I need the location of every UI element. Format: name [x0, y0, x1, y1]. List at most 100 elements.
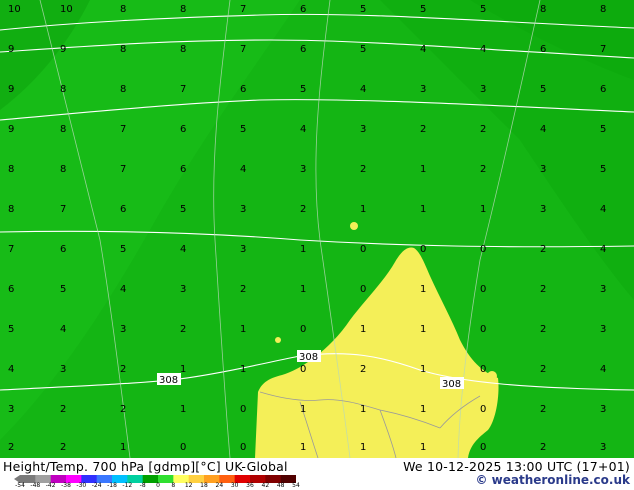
- yellow-spot-east: [487, 371, 497, 381]
- svg-text:1: 1: [240, 364, 246, 375]
- svg-text:4: 4: [480, 44, 486, 55]
- svg-text:3: 3: [120, 324, 126, 335]
- contour-label-center: 308: [299, 352, 318, 363]
- svg-text:4: 4: [420, 44, 426, 55]
- svg-text:7: 7: [240, 44, 246, 55]
- svg-text:0: 0: [480, 324, 486, 335]
- svg-text:5: 5: [240, 124, 246, 135]
- svg-text:4: 4: [600, 244, 606, 255]
- svg-text:8: 8: [60, 124, 66, 135]
- svg-text:6: 6: [300, 4, 306, 15]
- svg-text:2: 2: [120, 364, 126, 375]
- scale-tick-label: 24: [215, 482, 224, 489]
- svg-text:0: 0: [360, 244, 366, 255]
- svg-text:8: 8: [120, 84, 126, 95]
- svg-text:3: 3: [540, 204, 546, 215]
- svg-text:4: 4: [300, 124, 306, 135]
- svg-text:0: 0: [180, 442, 186, 453]
- svg-text:6: 6: [8, 284, 14, 295]
- scale-tick-label: 8: [171, 482, 176, 489]
- svg-text:0: 0: [240, 442, 246, 453]
- svg-text:2: 2: [240, 284, 246, 295]
- svg-text:0: 0: [420, 244, 426, 255]
- svg-text:5: 5: [540, 84, 546, 95]
- scale-tick-label: 18: [200, 482, 208, 489]
- svg-text:9: 9: [8, 124, 14, 135]
- svg-text:8: 8: [600, 4, 606, 15]
- svg-text:4: 4: [120, 284, 126, 295]
- svg-text:7: 7: [60, 204, 66, 215]
- svg-text:3: 3: [480, 84, 486, 95]
- svg-text:1: 1: [240, 324, 246, 335]
- scale-tick-label: -18: [107, 482, 117, 489]
- svg-text:7: 7: [600, 44, 606, 55]
- svg-text:1: 1: [300, 442, 306, 453]
- svg-text:3: 3: [60, 364, 66, 375]
- svg-text:1: 1: [420, 164, 426, 175]
- svg-text:4: 4: [540, 124, 546, 135]
- contour-label-west: 308: [159, 375, 178, 386]
- svg-text:4: 4: [180, 244, 186, 255]
- scale-tick-label: -8: [139, 482, 146, 489]
- svg-text:1: 1: [360, 442, 366, 453]
- svg-text:5: 5: [180, 204, 186, 215]
- credit-link[interactable]: © weatheronline.co.uk: [475, 473, 630, 487]
- map-canvas: 10 10 8 8 7 6 5 5 5 8 8 99887654467 98876543356 98…: [0, 0, 634, 459]
- svg-text:2: 2: [360, 364, 366, 375]
- svg-text:1: 1: [420, 404, 426, 415]
- svg-text:2: 2: [120, 404, 126, 415]
- svg-text:2: 2: [8, 442, 14, 453]
- svg-text:8: 8: [60, 164, 66, 175]
- svg-text:1: 1: [420, 284, 426, 295]
- weather-map: 10 10 8 8 7 6 5 5 5 8 8 99887654467 98876543356 98…: [0, 0, 634, 459]
- svg-text:10: 10: [60, 4, 73, 15]
- svg-text:5: 5: [8, 324, 14, 335]
- scale-tick-label: -38: [61, 482, 71, 489]
- svg-text:9: 9: [8, 44, 14, 55]
- svg-text:3: 3: [300, 164, 306, 175]
- svg-text:3: 3: [420, 84, 426, 95]
- scale-tick-label: 54: [292, 482, 300, 489]
- scale-tick-label: -42: [45, 482, 56, 489]
- svg-text:0: 0: [480, 404, 486, 415]
- svg-text:1: 1: [420, 442, 426, 453]
- svg-text:8: 8: [540, 4, 546, 15]
- svg-text:3: 3: [8, 404, 14, 415]
- svg-text:9: 9: [8, 84, 14, 95]
- scale-tick-label: 30: [230, 482, 239, 489]
- svg-text:1: 1: [480, 204, 486, 215]
- svg-text:7: 7: [120, 164, 126, 175]
- svg-text:10: 10: [8, 4, 21, 15]
- svg-text:4: 4: [240, 164, 246, 175]
- scale-tick-label: -30: [76, 482, 87, 489]
- map-datetime: We 10-12-2025 13:00 UTC (17+01): [403, 459, 630, 474]
- svg-text:5: 5: [600, 164, 606, 175]
- svg-text:6: 6: [180, 164, 186, 175]
- svg-text:1: 1: [420, 364, 426, 375]
- scale-tick-label: -24: [91, 482, 102, 489]
- svg-text:6: 6: [540, 44, 546, 55]
- svg-text:0: 0: [240, 404, 246, 415]
- svg-text:1: 1: [300, 404, 306, 415]
- svg-text:5: 5: [600, 124, 606, 135]
- svg-text:1: 1: [120, 442, 126, 453]
- yellow-spot-west: [275, 337, 281, 343]
- map-title: Height/Temp. 700 hPa [gdmp][°C] UK-Globa…: [3, 459, 288, 474]
- svg-text:6: 6: [240, 84, 246, 95]
- svg-text:1: 1: [180, 404, 186, 415]
- svg-text:4: 4: [600, 204, 606, 215]
- scale-tick-label: 0: [156, 482, 160, 489]
- svg-text:3: 3: [240, 244, 246, 255]
- svg-text:5: 5: [420, 4, 426, 15]
- svg-text:5: 5: [300, 84, 306, 95]
- svg-text:8: 8: [120, 4, 126, 15]
- svg-text:0: 0: [480, 442, 486, 453]
- scale-tick-label: -54: [15, 482, 25, 489]
- svg-text:1: 1: [360, 404, 366, 415]
- svg-text:1: 1: [420, 204, 426, 215]
- svg-text:2: 2: [60, 442, 66, 453]
- svg-text:1: 1: [420, 324, 426, 335]
- svg-text:6: 6: [120, 204, 126, 215]
- svg-text:2: 2: [60, 404, 66, 415]
- svg-text:4: 4: [8, 364, 14, 375]
